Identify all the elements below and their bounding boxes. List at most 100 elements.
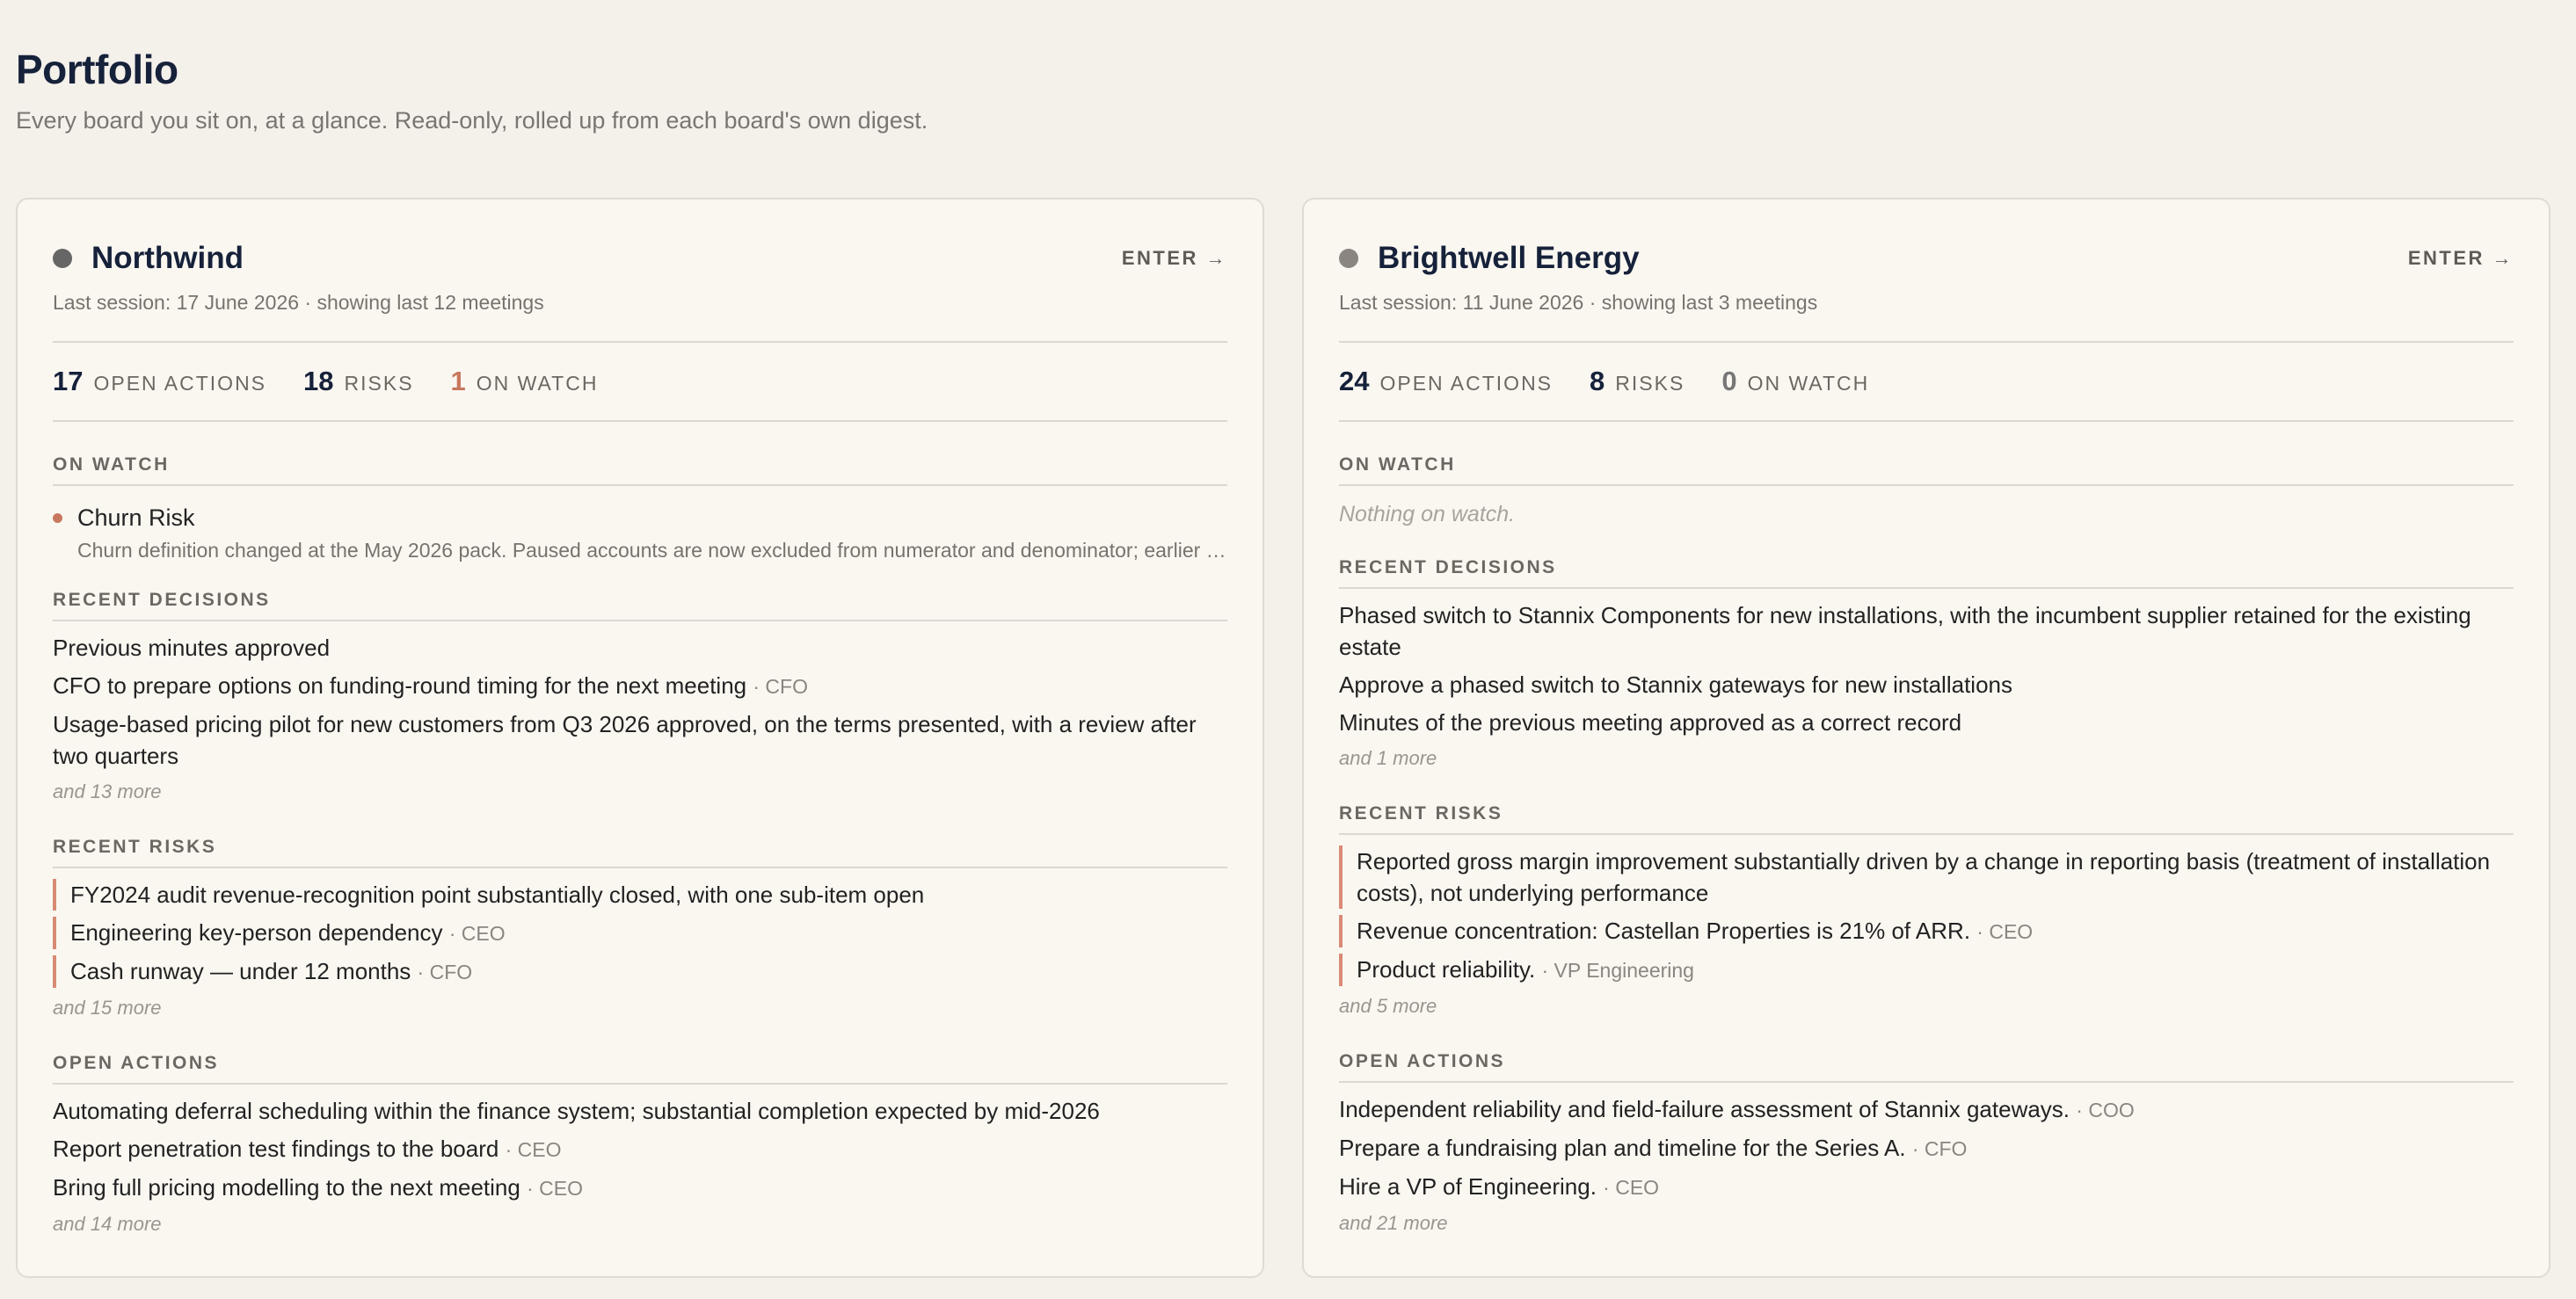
risks-label: RISKS [344, 372, 414, 395]
action-text: Bring full pricing modelling to the next… [53, 1174, 520, 1201]
stat-risks: 18 RISKS [303, 343, 414, 422]
open-actions-count: 24 [1339, 366, 1370, 396]
action-owner: · CEO [505, 1138, 562, 1161]
board-card-northwind: Northwind ENTER → Last session: 17 June … [16, 198, 1264, 1278]
card-title-group: Northwind [53, 241, 244, 276]
action-item: Independent reliability and field-failur… [1339, 1093, 2514, 1126]
page-title: Portfolio [16, 47, 178, 92]
section-label-open-actions: OPEN ACTIONS [53, 1053, 1227, 1085]
stats-row: 17 OPEN ACTIONS 18 RISKS 1 ON WATCH [53, 343, 1227, 420]
decisions-more-link[interactable]: and 13 more [53, 779, 1227, 805]
risk-item: FY2024 audit revenue-recognition point s… [53, 879, 1227, 911]
on-watch-label: ON WATCH [476, 372, 599, 395]
card-title-group: Brightwell Energy [1339, 241, 1640, 276]
page-subtitle: Every board you sit on, at a glance. Rea… [16, 107, 928, 134]
watch-item-body: Churn Risk Churn definition changed at t… [77, 502, 1227, 563]
section-label-recent-decisions: RECENT DECISIONS [53, 590, 1227, 621]
decision-text: Previous minutes approved [53, 635, 331, 661]
risks-more-link[interactable]: and 15 more [53, 995, 1227, 1021]
last-session-text: Last session: 17 June 2026 · showing las… [53, 291, 544, 314]
open-actions-label: OPEN ACTIONS [93, 372, 267, 395]
stats-row: 24 OPEN ACTIONS 8 RISKS 0 ON WATCH [1339, 343, 2514, 420]
actions-list: Automating deferral scheduling within th… [53, 1095, 1227, 1237]
watch-dot-icon [53, 513, 62, 523]
enter-board-button[interactable]: ENTER → [2408, 247, 2514, 270]
risk-text: Reported gross margin improvement substa… [1357, 848, 2491, 906]
open-actions-count: 17 [53, 366, 84, 396]
on-watch-count: 0 [1721, 366, 1737, 396]
watch-item[interactable]: Churn Risk Churn definition changed at t… [53, 502, 1227, 563]
decision-text: Minutes of the previous meeting approved… [1339, 709, 1962, 736]
actions-more-link[interactable]: and 14 more [53, 1211, 1227, 1237]
decision-item: Previous minutes approved [53, 632, 1227, 664]
decision-text: CFO to prepare options on funding-round … [53, 672, 747, 699]
section-label-recent-decisions: RECENT DECISIONS [1339, 557, 2514, 589]
decision-item: Minutes of the previous meeting approved… [1339, 707, 2514, 738]
risk-text: Engineering key-person dependency [70, 919, 443, 946]
action-text: Report penetration test findings to the … [53, 1136, 499, 1162]
action-text: Hire a VP of Engineering. [1339, 1173, 1597, 1200]
action-owner: · CEO [1603, 1176, 1660, 1199]
decision-text: Phased switch to Stannix Components for … [1339, 602, 2471, 660]
on-watch-count: 1 [450, 366, 466, 396]
decisions-more-link[interactable]: and 1 more [1339, 745, 2514, 772]
board-name: Brightwell Energy [1378, 241, 1640, 275]
status-dot-icon [53, 249, 72, 268]
decision-owner: · CFO [753, 675, 808, 698]
action-item: Bring full pricing modelling to the next… [53, 1172, 1227, 1204]
risk-text: FY2024 audit revenue-recognition point s… [70, 882, 925, 908]
risks-list: FY2024 audit revenue-recognition point s… [53, 879, 1227, 1021]
decision-item: Usage-based pricing pilot for new custom… [53, 708, 1227, 772]
action-owner: · COO [2076, 1099, 2135, 1121]
section-label-open-actions: OPEN ACTIONS [1339, 1051, 2514, 1083]
decision-text: Approve a phased switch to Stannix gatew… [1339, 671, 2012, 698]
portfolio-page: Portfolio Every board you sit on, at a g… [0, 0, 2576, 1299]
action-text: Automating deferral scheduling within th… [53, 1098, 1100, 1124]
risk-owner: · CEO [1976, 920, 2034, 943]
action-item: Report penetration test findings to the … [53, 1133, 1227, 1165]
risks-list: Reported gross margin improvement substa… [1339, 845, 2514, 1020]
risk-text: Revenue concentration: Castellan Propert… [1357, 918, 1971, 944]
board-name: Northwind [91, 241, 244, 275]
action-item: Automating deferral scheduling within th… [53, 1095, 1227, 1127]
action-owner: · CFO [1911, 1137, 1968, 1160]
risk-item: Cash runway — under 12 months · CFO [53, 955, 1227, 988]
section-label-recent-risks: RECENT RISKS [1339, 803, 2514, 835]
status-dot-icon [1339, 249, 1358, 268]
stat-on-watch: 1 ON WATCH [451, 343, 599, 422]
stat-risks: 8 RISKS [1590, 343, 1685, 422]
action-item: Prepare a fundraising plan and timeline … [1339, 1132, 2514, 1165]
stat-on-watch: 0 ON WATCH [1721, 343, 1869, 422]
action-item: Hire a VP of Engineering. · CEO [1339, 1171, 2514, 1203]
action-owner: · CEO [527, 1177, 583, 1200]
actions-more-link[interactable]: and 21 more [1339, 1210, 2514, 1237]
decision-item: Phased switch to Stannix Components for … [1339, 599, 2514, 663]
watch-item-title: Churn Risk [77, 504, 195, 531]
card-header: Northwind ENTER → [53, 240, 1227, 277]
enter-board-button[interactable]: ENTER → [1122, 247, 1227, 270]
risk-item: Revenue concentration: Castellan Propert… [1339, 915, 2514, 947]
stat-open-actions: 24 OPEN ACTIONS [1339, 343, 1553, 422]
risks-count: 18 [303, 366, 334, 396]
action-text: Independent reliability and field-failur… [1339, 1096, 2070, 1122]
on-watch-empty-text: Nothing on watch. [1339, 502, 1516, 526]
actions-list: Independent reliability and field-failur… [1339, 1093, 2514, 1237]
last-session-text: Last session: 11 June 2026 · showing las… [1339, 291, 1818, 314]
stat-open-actions: 17 OPEN ACTIONS [53, 343, 266, 422]
risk-owner: · CEO [448, 922, 506, 945]
card-header: Brightwell Energy ENTER → [1339, 240, 2514, 277]
action-text: Prepare a fundraising plan and timeline … [1339, 1135, 1906, 1161]
risk-item: Reported gross margin improvement substa… [1339, 845, 2514, 909]
risk-owner: · VP Engineering [1541, 959, 1694, 982]
open-actions-label: OPEN ACTIONS [1379, 372, 1554, 395]
section-label-recent-risks: RECENT RISKS [53, 837, 1227, 868]
decision-item: Approve a phased switch to Stannix gatew… [1339, 669, 2514, 700]
risk-text: Cash runway — under 12 months [70, 958, 411, 984]
risks-count: 8 [1590, 366, 1605, 396]
board-card-brightwell-energy: Brightwell Energy ENTER → Last session: … [1302, 198, 2551, 1278]
risks-more-link[interactable]: and 5 more [1339, 993, 2514, 1020]
risk-owner: · CFO [417, 961, 473, 983]
on-watch-label: ON WATCH [1747, 372, 1870, 395]
risk-text: Product reliability. [1357, 956, 1536, 983]
decisions-list: Phased switch to Stannix Components for … [1339, 599, 2514, 772]
